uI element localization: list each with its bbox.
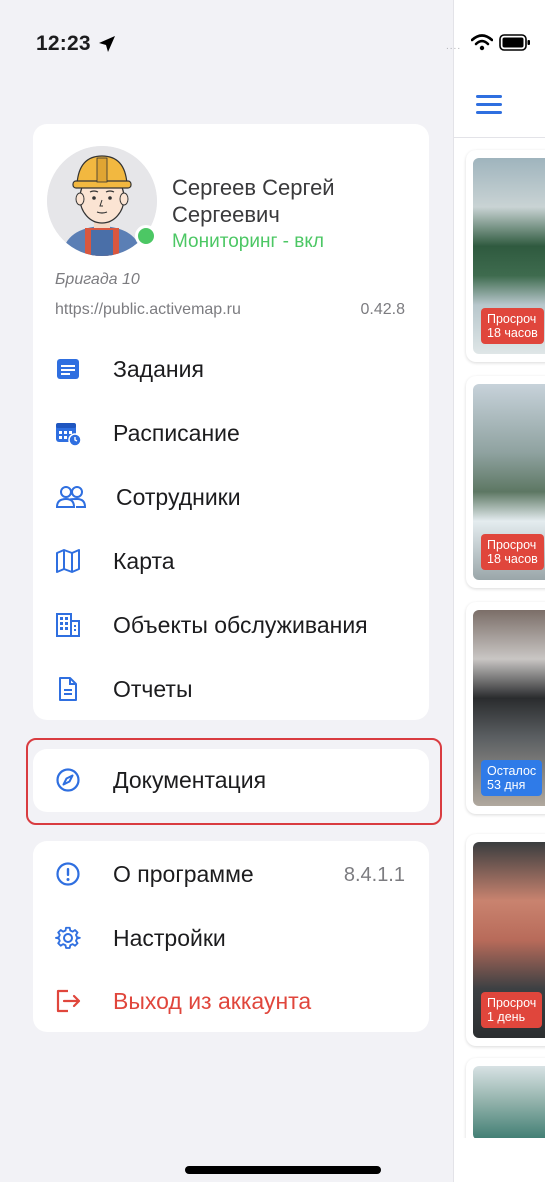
online-status-dot — [135, 225, 157, 247]
gear-icon — [55, 926, 81, 949]
status-bar: 12:23 — [0, 0, 545, 80]
server-version: 0.42.8 — [360, 301, 405, 318]
menu-item-label: Отчеты — [113, 676, 193, 702]
task-status-badge: Просроч 18 часов — [481, 534, 544, 570]
task-card[interactable]: Осталос 53 дня — [466, 602, 545, 814]
task-status-badge: Просроч 1 день — [481, 992, 543, 1028]
task-photo — [473, 1066, 545, 1140]
menu-item-label: Документация — [113, 767, 267, 793]
menu-item-label: Сотрудники — [116, 484, 241, 510]
server-url: https://public.activemap.ru — [55, 301, 241, 318]
user-name: Сергеев Сергей Сергеевич — [172, 175, 335, 227]
task-card[interactable] — [466, 1058, 545, 1148]
location-arrow-icon — [99, 36, 115, 52]
menu-item-map[interactable]: Карта — [33, 533, 429, 589]
background-bottom-bar — [454, 1138, 545, 1182]
menu-item-employees[interactable]: Сотрудники — [33, 469, 429, 525]
menu-item-label: Настройки — [113, 925, 226, 951]
app-version: 8.4.1.1 — [343, 864, 405, 886]
task-status-badge: Осталос 53 дня — [481, 760, 543, 796]
menu-item-settings[interactable]: Настройки — [33, 910, 429, 966]
buildings-icon — [56, 613, 80, 637]
report-document-icon — [59, 677, 77, 701]
brigade-label: Бригада 10 — [55, 271, 140, 288]
documentation-row[interactable]: Документация — [33, 752, 429, 808]
menu-item-label: Задания — [113, 356, 204, 382]
settings-menu-card: О программе 8.4.1.1 Настройки Выход из а… — [33, 841, 429, 1032]
menu-item-label: Объекты обслуживания — [113, 612, 368, 638]
menu-item-reports[interactable]: Отчеты — [33, 661, 429, 717]
task-status-badge: Просроч 18 часов — [481, 308, 544, 344]
monitoring-status[interactable]: Мониторинг - вкл — [172, 231, 324, 253]
wifi-icon — [471, 34, 493, 51]
battery-icon — [499, 34, 530, 51]
task-card[interactable]: Просроч 18 часов — [466, 376, 545, 588]
navigation-drawer: 12:23 Сергеев Сергей Сергеевич Мониторин… — [0, 0, 453, 1182]
menu-item-documentation[interactable]: Документация — [33, 749, 429, 812]
profile-menu-card: Сергеев Сергей Сергеевич Мониторинг - вк… — [33, 124, 429, 720]
menu-item-about[interactable]: О программе 8.4.1.1 — [33, 846, 429, 902]
menu-item-tasks[interactable]: Задания — [33, 341, 429, 397]
logout-icon — [56, 989, 81, 1013]
hamburger-menu-icon[interactable] — [476, 95, 502, 115]
map-icon — [56, 549, 80, 573]
menu-item-label: Расписание — [113, 420, 240, 446]
menu-item-service-objects[interactable]: Объекты обслуживания — [33, 597, 429, 653]
menu-item-label: Карта — [113, 548, 175, 574]
logout-label: Выход из аккаунта — [113, 988, 312, 1014]
menu-item-schedule[interactable]: Расписание — [33, 405, 429, 461]
people-icon — [55, 486, 87, 508]
menu-item-label: О программе — [113, 861, 254, 887]
info-icon — [56, 862, 80, 886]
compass-icon — [56, 768, 80, 792]
task-card[interactable]: Просроч 18 часов — [466, 150, 545, 362]
task-card[interactable]: Просроч 1 день — [466, 834, 545, 1046]
status-time: 12:23 — [36, 32, 91, 55]
menu-item-logout[interactable]: Выход из аккаунта — [33, 973, 429, 1029]
status-dots: .... — [446, 41, 462, 52]
calendar-clock-icon — [56, 423, 81, 446]
home-indicator — [185, 1166, 381, 1174]
tasks-icon — [57, 359, 79, 379]
background-app-panel[interactable]: Просроч 18 часов Просроч 18 часов Остало… — [453, 0, 545, 1182]
